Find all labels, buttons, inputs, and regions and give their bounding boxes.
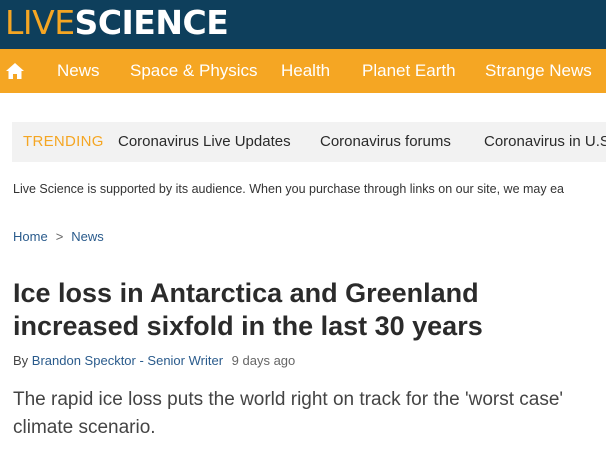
logo-science: SCIENCE	[74, 3, 229, 42]
publish-time: 9 days ago	[231, 353, 296, 368]
breadcrumb: Home > News	[13, 229, 104, 244]
breadcrumb-news[interactable]: News	[71, 229, 104, 244]
nav-item-strange-news[interactable]: Strange News	[485, 49, 592, 93]
affiliate-disclaimer: Live Science is supported by its audienc…	[13, 182, 565, 196]
author-link[interactable]: Brandon Specktor - Senior Writer	[32, 353, 223, 368]
site-logo[interactable]: LIVESCIENCE	[5, 3, 229, 42]
article-byline: By Brandon Specktor - Senior Writer 9 da…	[13, 353, 295, 368]
trending-link-live-updates[interactable]: Coronavirus Live Updates	[118, 122, 291, 162]
breadcrumb-separator: >	[55, 229, 64, 244]
nav-item-space-physics[interactable]: Space & Physics	[130, 49, 258, 93]
home-icon	[6, 63, 24, 79]
site-header: LIVESCIENCE	[0, 0, 606, 49]
logo-live: LIVE	[5, 3, 75, 42]
byline-prefix: By	[13, 353, 29, 368]
nav-item-planet-earth[interactable]: Planet Earth	[362, 49, 456, 93]
nav-item-health[interactable]: Health	[281, 49, 330, 93]
article-standfirst: The rapid ice loss puts the world right …	[13, 389, 564, 438]
trending-bar: TRENDING Coronavirus Live Updates Corona…	[12, 122, 606, 162]
trending-link-us[interactable]: Coronavirus in U.S	[484, 122, 606, 162]
trending-link-forums[interactable]: Coronavirus forums	[320, 122, 451, 162]
nav-home-button[interactable]	[0, 49, 30, 93]
breadcrumb-home[interactable]: Home	[13, 229, 48, 244]
nav-item-news[interactable]: News	[57, 49, 100, 93]
trending-label: TRENDING	[23, 133, 104, 150]
main-nav: News Space & Physics Health Planet Earth…	[0, 49, 606, 93]
article-title: Ice loss in Antarctica and Greenland inc…	[13, 278, 483, 341]
